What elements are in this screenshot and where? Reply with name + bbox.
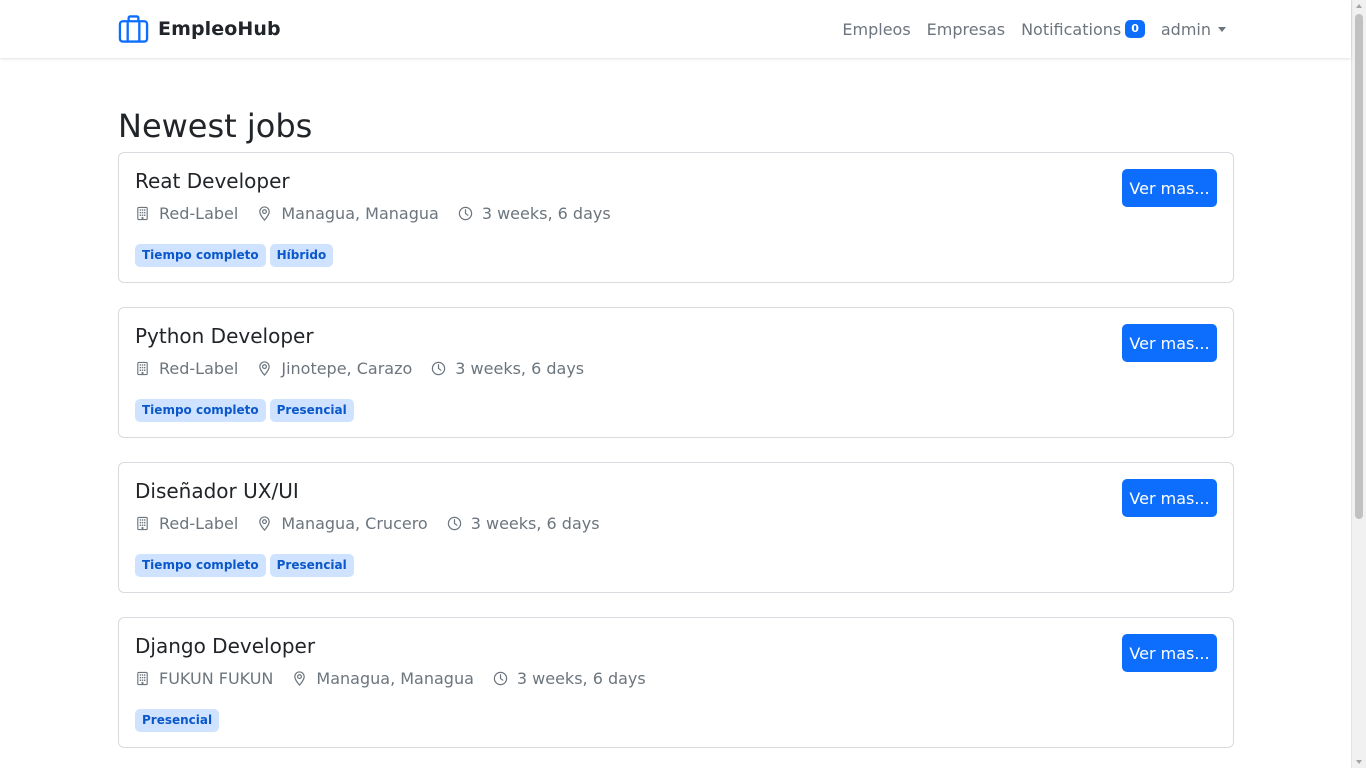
job-location: Managua, Managua [257,204,439,223]
scrollbar-thumb[interactable] [1355,14,1363,519]
job-tag-badge: Presencial [135,709,220,732]
job-title: Reat Developer [135,169,290,193]
job-meta: Red-Label Managua, Crucero 3 weeks, 6 da… [135,514,619,533]
scroll-down-arrow-icon[interactable] [1356,760,1362,764]
job-tag-badge: Híbrido [269,244,334,267]
building-icon [137,516,148,531]
job-card: Diseñador UX/UI Red-Label Managua, Cruce… [118,462,1234,593]
nav-link-empleos[interactable]: Empleos [842,20,910,39]
job-location: Managua, Managua [292,669,474,688]
clock-icon [458,206,473,221]
nav-links: Empleos Empresas Notifications 0 admin [842,0,1226,58]
building-icon [137,361,148,376]
job-location-text: Managua, Managua [316,669,474,688]
job-posted-text: 3 weeks, 6 days [470,514,600,533]
ver-mas-button[interactable]: Ver mas... [1122,324,1217,362]
job-title: Diseñador UX/UI [135,479,299,503]
job-tag-badge: Presencial [269,399,354,422]
nav-link-empresas[interactable]: Empresas [927,20,1005,39]
clock-icon [432,361,446,376]
job-posted: 3 weeks, 6 days [431,359,584,378]
caret-down-icon [1218,26,1226,32]
clock-icon [493,671,508,686]
page-title: Newest jobs [118,107,313,145]
job-company-name: Red-Label [159,359,239,378]
ver-mas-button[interactable]: Ver mas... [1122,479,1217,517]
job-meta: FUKUN FUKUN Managua, Managua 3 weeks, 6 … [135,669,665,688]
job-tags: Tiempo completo Presencial [135,399,358,422]
job-company-name: Red-Label [159,204,239,223]
top-navbar: EmpleoHub Empleos Empresas Notifications… [0,0,1351,58]
building-icon [137,206,148,221]
main-content: Newest jobs Reat Developer Red-Label Man… [118,58,1234,772]
job-company: Red-Label [135,514,238,533]
nav-link-notifications[interactable]: Notifications 0 [1021,20,1145,39]
job-posted: 3 weeks, 6 days [493,669,646,688]
scroll-up-arrow-icon[interactable] [1356,4,1362,8]
job-tags: Presencial [135,709,223,732]
job-posted-text: 3 weeks, 6 days [481,204,611,223]
notifications-count-badge: 0 [1125,20,1145,38]
brand-link[interactable]: EmpleoHub [118,14,281,44]
job-company: Red-Label [135,359,238,378]
job-card: Django Developer FUKUN FUKUN Managua, Ma… [118,617,1234,748]
clock-icon [447,516,461,531]
job-company-name: FUKUN FUKUN [159,669,274,688]
job-location-text: Jinotepe, Carazo [281,359,413,378]
job-meta: Red-Label Managua, Managua 3 weeks, 6 da… [135,204,630,223]
location-pin-icon [259,361,271,376]
job-tag-badge: Presencial [269,554,354,577]
job-posted-text: 3 weeks, 6 days [455,359,585,378]
ver-mas-button[interactable]: Ver mas... [1122,634,1217,672]
job-list: Reat Developer Red-Label Managua, Managu… [118,152,1234,748]
job-title: Python Developer [135,324,314,348]
notifications-label: Notifications [1021,19,1122,39]
brand-name: EmpleoHub [158,18,281,40]
job-location: Jinotepe, Carazo [257,359,412,378]
job-tag-badge: Tiempo completo [135,244,266,267]
job-card: Reat Developer Red-Label Managua, Managu… [118,152,1234,283]
job-location-text: Managua, Managua [281,204,439,223]
location-pin-icon [259,206,271,221]
user-menu-label: admin [1160,19,1211,39]
page-scrollbar[interactable] [1351,0,1366,768]
job-company: Red-Label [135,204,238,223]
job-posted: 3 weeks, 6 days [458,204,611,223]
user-menu-dropdown[interactable]: admin [1161,20,1226,39]
building-icon [137,671,148,686]
ver-mas-button[interactable]: Ver mas... [1122,169,1217,207]
job-tag-badge: Tiempo completo [135,399,266,422]
job-posted-text: 3 weeks, 6 days [516,669,646,688]
location-pin-icon [259,516,271,531]
job-card: Python Developer Red-Label Jinotepe, Car… [118,307,1234,438]
job-meta: Red-Label Jinotepe, Carazo 3 weeks, 6 da… [135,359,603,378]
job-tags: Tiempo completo Presencial [135,554,358,577]
job-location-text: Managua, Crucero [281,514,428,533]
job-location: Managua, Crucero [257,514,428,533]
location-pin-icon [294,671,306,686]
briefcase-icon [118,15,149,43]
job-posted: 3 weeks, 6 days [447,514,600,533]
job-tags: Tiempo completo Híbrido [135,244,337,267]
job-company: FUKUN FUKUN [135,669,273,688]
job-tag-badge: Tiempo completo [135,554,266,577]
job-title: Django Developer [135,634,316,658]
job-company-name: Red-Label [159,514,239,533]
